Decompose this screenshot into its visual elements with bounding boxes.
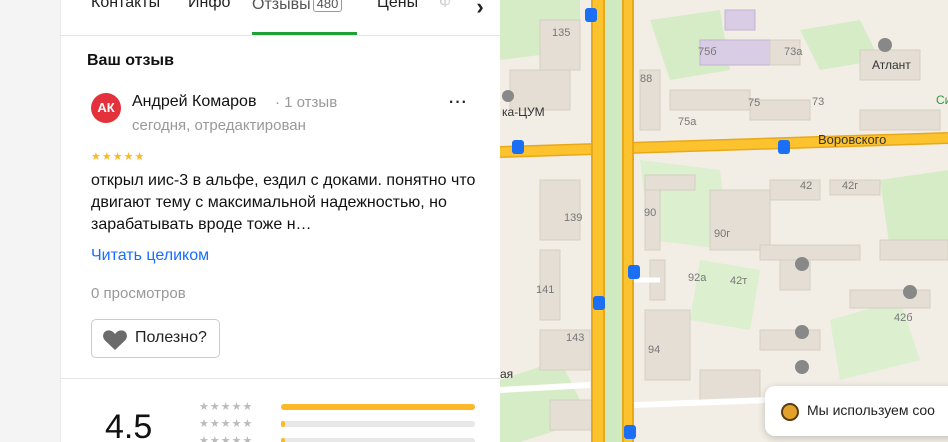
house-number: 73а — [784, 46, 803, 58]
read-more-link[interactable]: Читать целиком — [91, 247, 209, 265]
house-number: 88 — [640, 73, 653, 85]
author-name[interactable]: Андрей Комаров — [132, 93, 256, 111]
review-timestamp: сегодня, отредактирован — [132, 117, 306, 134]
poi-label[interactable]: Атлант — [872, 58, 911, 72]
rating-value: 4.5 — [105, 408, 153, 442]
rating-bar-fill — [281, 421, 285, 427]
rating-bar-track — [281, 404, 475, 410]
house-number: 42г — [842, 180, 859, 192]
cookie-banner[interactable]: Мы используем coo — [765, 386, 948, 436]
helpful-label: Полезно? — [135, 329, 207, 346]
house-number: 139 — [564, 212, 583, 224]
street-name: Воровского — [818, 132, 887, 147]
poi-label[interactable]: ка-ЦУМ — [502, 105, 545, 119]
tab-reviews[interactable]: Отзывы 480 — [252, 0, 343, 36]
house-number: 141 — [536, 284, 555, 296]
house-number: 75а — [678, 116, 697, 128]
screen: Контакты Инфо Отзывы480 Цены Ф › Ваш отз… — [0, 0, 948, 442]
house-number: 42 — [800, 180, 813, 192]
cookie-icon — [781, 403, 799, 421]
views-count: 0 просмотров — [91, 285, 186, 302]
heart-icon — [103, 330, 127, 350]
more-options-icon[interactable]: ··· — [445, 90, 469, 120]
tab-prices[interactable]: Цены — [377, 0, 418, 36]
cookie-text: Мы используем coo — [807, 402, 935, 418]
rating-row-stars: ★★★★★ — [199, 418, 254, 430]
chevron-right-icon[interactable]: › — [465, 0, 495, 22]
rating-row-stars: ★★★★★ — [199, 435, 254, 442]
left-panel: Контакты Инфо Отзывы480 Цены Ф › Ваш отз… — [0, 0, 501, 442]
review-panel: Контакты Инфо Отзывы480 Цены Ф › Ваш отз… — [60, 0, 501, 442]
active-tab-underline — [252, 32, 357, 35]
reviews-count-badge: 480 — [312, 0, 343, 12]
tab-info[interactable]: Инфо — [188, 0, 230, 36]
rating-bar-track — [281, 421, 475, 427]
tab-label: Цены — [377, 0, 419, 11]
house-number: 143 — [566, 332, 585, 344]
divider — [61, 378, 501, 379]
section-title: Ваш отзыв — [87, 52, 174, 69]
house-number: 75 — [748, 97, 761, 109]
house-number: 42т — [730, 275, 748, 287]
house-number: 90 — [644, 207, 657, 219]
review-text: открыл иис-3 в альфе, ездил с доками. по… — [91, 172, 476, 233]
tab-label: Контакты — [91, 0, 161, 11]
house-number: 42б — [894, 312, 913, 324]
rating-bar-fill — [281, 404, 475, 410]
avatar[interactable]: АК — [91, 93, 121, 123]
house-number: 92а — [688, 272, 707, 284]
tab-contacts[interactable]: Контакты — [91, 0, 160, 36]
tab-bar: Контакты Инфо Отзывы480 Цены Ф › — [61, 0, 501, 36]
rating-bar-fill — [281, 438, 285, 442]
map[interactable]: 135 75б 73а 88 75 73 75а 139 90 90г 42 4… — [500, 0, 948, 442]
house-number: 94 — [648, 344, 661, 356]
house-number: 135 — [552, 27, 571, 39]
review-stars: ★★★★★ — [91, 151, 146, 163]
rating-row-stars: ★★★★★ — [199, 401, 254, 413]
house-number: 90г — [714, 228, 731, 240]
house-number: 75б — [698, 46, 717, 58]
helpful-button[interactable]: Полезно? — [91, 319, 220, 358]
poi-label[interactable]: Си — [936, 93, 948, 107]
rating-bar-track — [281, 438, 475, 442]
tab-label: Инфо — [188, 0, 231, 11]
author-review-count: · 1 отзыв — [275, 94, 338, 111]
house-number: 73 — [812, 96, 825, 108]
poi-label: ая — [500, 367, 514, 381]
tab-label: Отзывы — [252, 0, 311, 13]
